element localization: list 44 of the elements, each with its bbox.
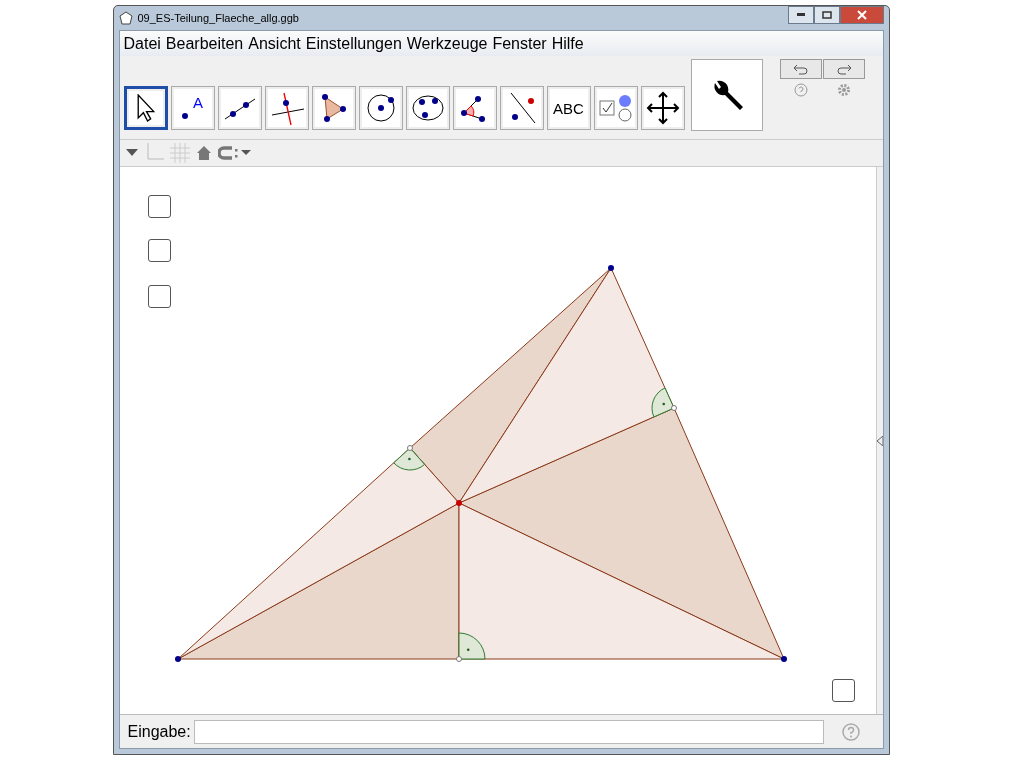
menu-item[interactable]: Bearbeiten [165, 34, 244, 53]
input-field[interactable] [193, 719, 824, 744]
menu-item[interactable]: Einstellungen [305, 34, 402, 53]
menu-item[interactable]: Hilfe [551, 34, 584, 53]
tool-button[interactable] [358, 86, 403, 130]
checkbox[interactable] [831, 679, 855, 702]
maximize-icon [821, 11, 832, 19]
right-angle-mark [392, 447, 425, 471]
checkbox[interactable] [147, 285, 171, 308]
tools-button[interactable] [690, 59, 763, 131]
tool-button[interactable] [499, 86, 544, 130]
tool-button[interactable] [405, 86, 450, 130]
checkbox[interactable] [147, 239, 171, 262]
right-angle-mark [458, 632, 485, 660]
collapse-arrow-icon[interactable] [876, 435, 883, 446]
tool-label: ABC [553, 99, 584, 117]
toggle-triangle-icon[interactable] [125, 149, 138, 157]
undo-icon [792, 63, 809, 75]
menu-item[interactable]: Datei [123, 34, 161, 53]
tool-button[interactable] [640, 86, 685, 130]
checkbox[interactable] [147, 195, 171, 218]
window-title: 09_ES-Teilung_Flaeche_allg.ggb [137, 12, 299, 24]
magnet-icon[interactable] [217, 145, 252, 161]
minimize-button[interactable] [787, 6, 814, 24]
tool-button[interactable] [123, 86, 168, 130]
tool-button[interactable]: ABC [546, 86, 591, 130]
right-angle-mark [651, 387, 674, 418]
menu-item[interactable]: Werkzeuge [406, 34, 488, 53]
tool-button[interactable]: A [170, 86, 215, 130]
close-button[interactable] [839, 6, 884, 24]
minimize-icon [796, 13, 805, 17]
home-icon[interactable] [195, 145, 212, 161]
redo-icon [835, 63, 852, 75]
tool-button[interactable] [311, 86, 356, 130]
input-label: Eingabe: [127, 722, 191, 741]
maximize-button[interactable] [813, 6, 840, 24]
app-icon [118, 11, 133, 25]
pointer-tool-icon [136, 94, 155, 122]
tool-button[interactable] [217, 86, 262, 130]
menu-item[interactable]: Fenster [492, 34, 547, 53]
tool-button[interactable] [264, 86, 309, 130]
menu-item[interactable]: Ansicht [248, 34, 301, 53]
tool-button[interactable] [452, 86, 497, 130]
close-icon [856, 10, 867, 20]
